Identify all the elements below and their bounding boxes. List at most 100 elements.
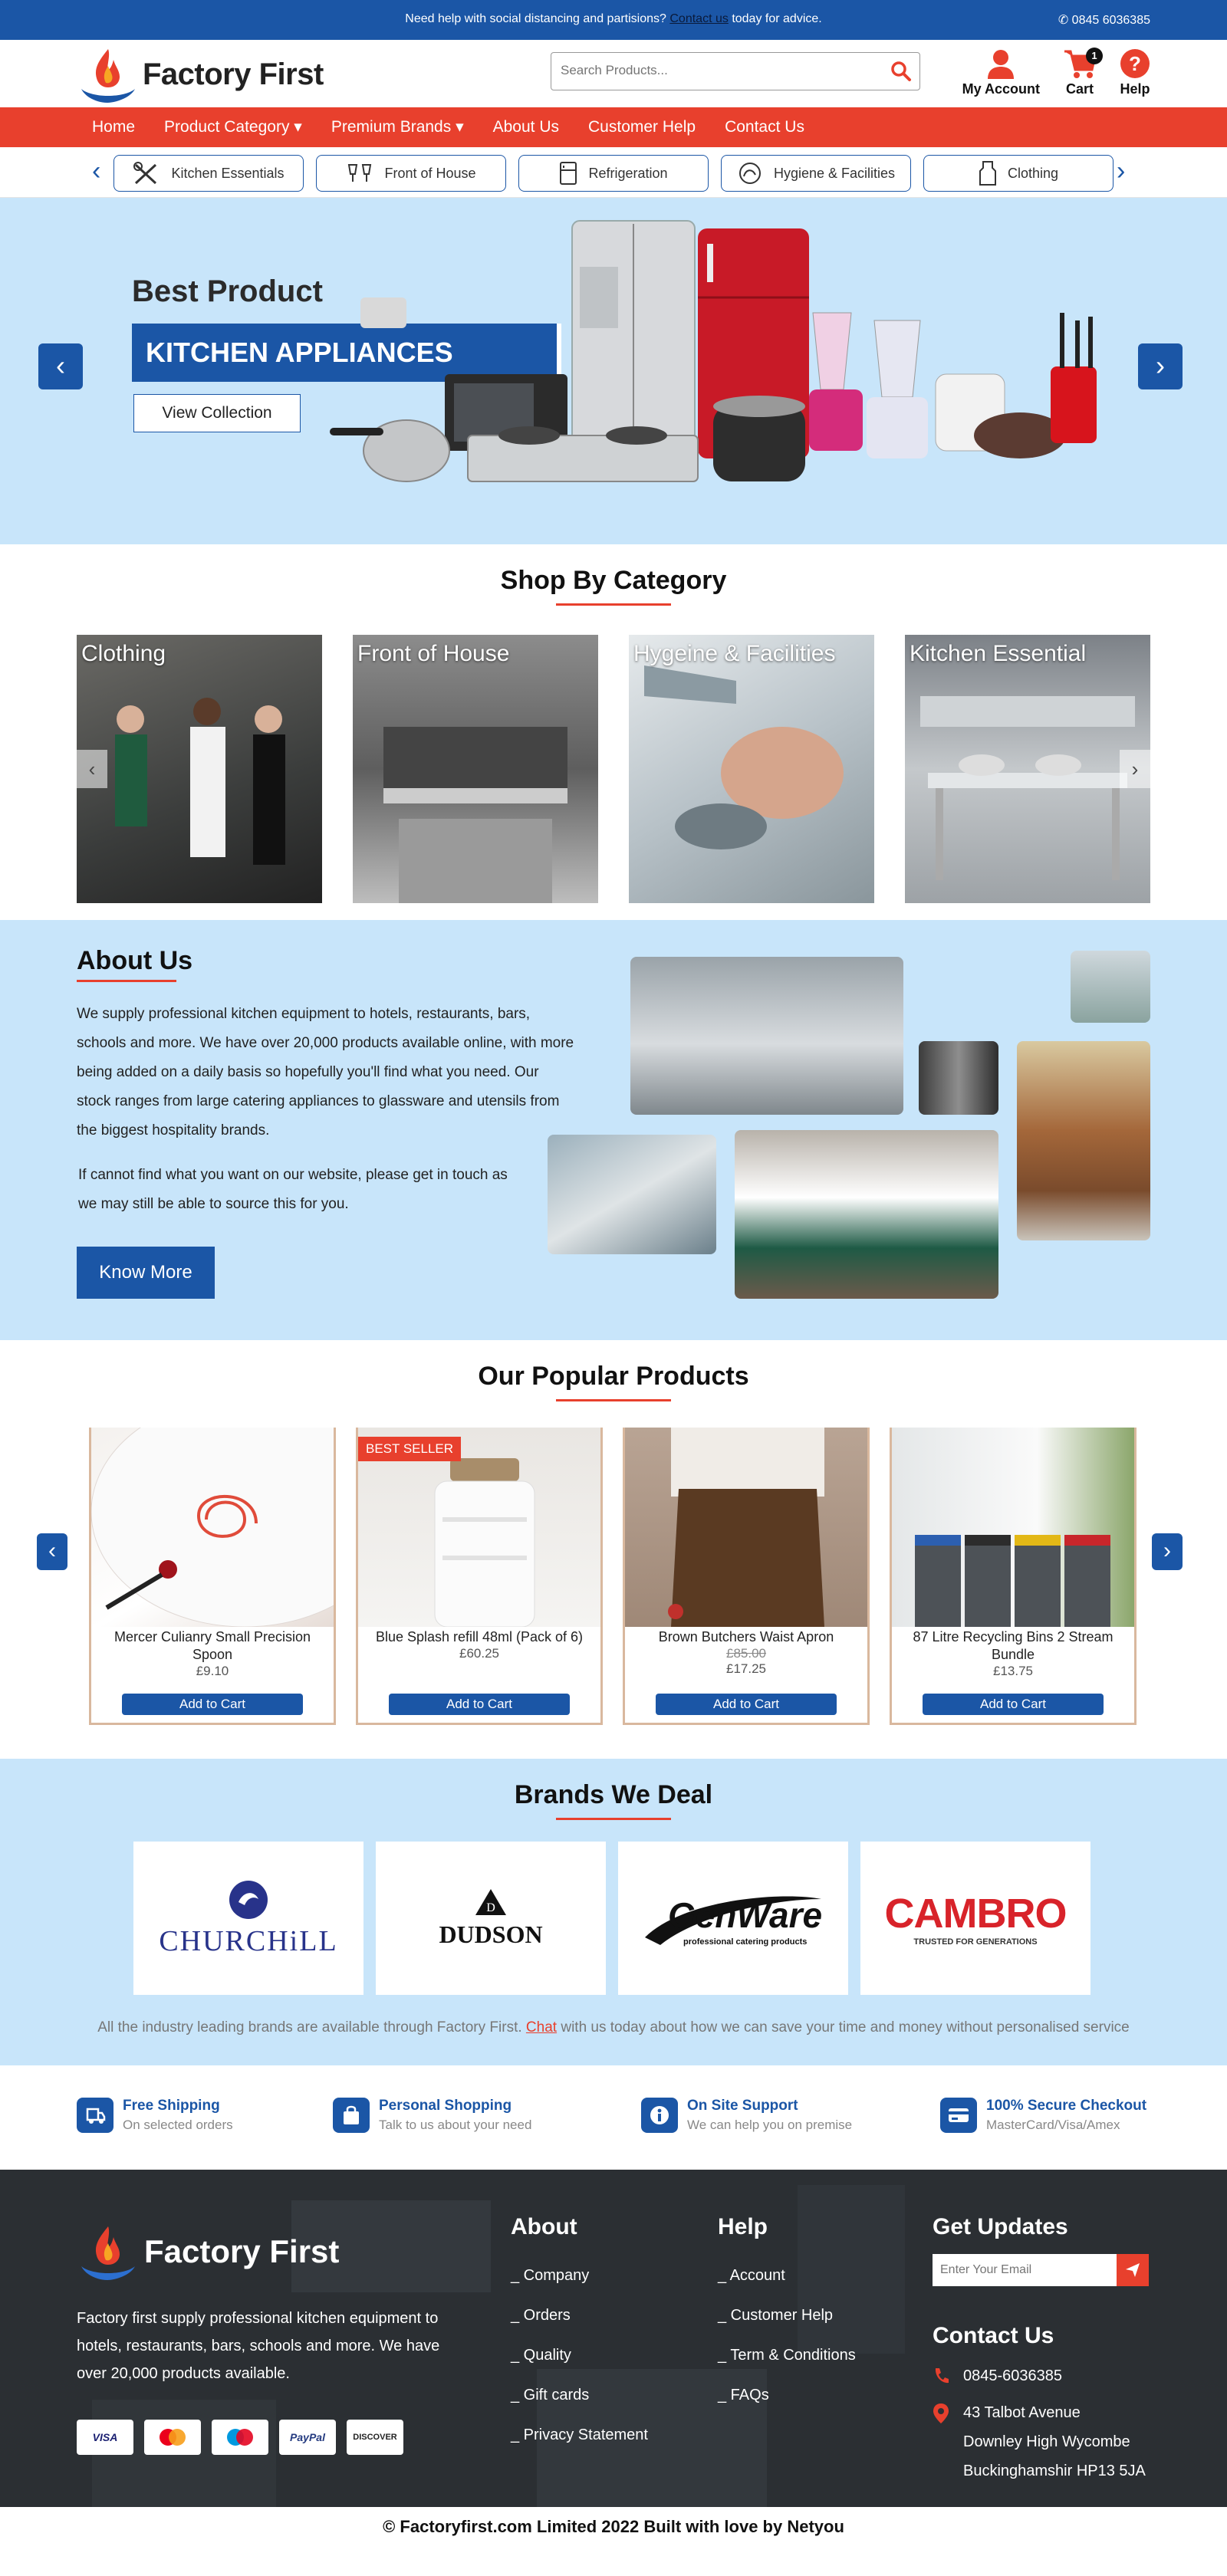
chevron-left-icon: ‹ <box>56 350 65 381</box>
recycling-bins-illustration <box>915 1535 1110 1627</box>
address-line-3: Buckinghamshir HP13 5JA <box>963 2463 1146 2479</box>
products-prev-button[interactable]: ‹ <box>37 1533 67 1570</box>
help-label: Help <box>1120 81 1150 97</box>
churchill-wordmark: CHURCHiLL <box>159 1924 338 1957</box>
nav-premium-brands[interactable]: Premium Brands ▾ <box>331 107 464 147</box>
info-icon <box>641 2098 678 2133</box>
footer-about-column: About _ Company _ Orders _ Quality _ Gif… <box>511 2214 648 2455</box>
footer-link-company[interactable]: _ Company <box>511 2256 648 2295</box>
hero-next-button[interactable]: › <box>1138 343 1183 389</box>
feature-subtitle: We can help you on premise <box>687 2118 853 2132</box>
footer-link-orders[interactable]: _ Orders <box>511 2295 648 2335</box>
category-prev-button[interactable]: ‹ <box>77 750 107 788</box>
nav-product-category[interactable]: Product Category ▾ <box>164 107 302 147</box>
footer-phone-number: 0845-6036385 <box>963 2367 1063 2384</box>
top-phone[interactable]: ✆ 0845 6036385 <box>1058 12 1150 28</box>
category-card-front-of-house[interactable]: Front of House <box>353 635 598 903</box>
best-seller-badge: BEST SELLER <box>358 1437 462 1461</box>
product-old-price: £85.00 <box>726 1646 766 1661</box>
footer-link-privacy[interactable]: _ Privacy Statement <box>511 2415 648 2455</box>
category-card-clothing[interactable]: Clothing ‹ <box>77 635 322 903</box>
clothing-photo <box>115 698 285 865</box>
brand-cambro[interactable]: CAMBRO TRUSTED FOR GENERATIONS <box>860 1842 1090 1995</box>
discover-icon: DISCOVER <box>347 2420 403 2455</box>
pill-hygiene-facilities[interactable]: Hygiene & Facilities <box>721 155 911 192</box>
chevron-right-icon: › <box>1156 350 1165 381</box>
footer-about-title: About <box>511 2214 577 2239</box>
cart-count-badge: 1 <box>1086 48 1103 64</box>
paypal-icon: PayPal <box>279 2420 336 2455</box>
cart-button[interactable]: 1 Cart <box>1063 46 1103 97</box>
about-title: About Us <box>77 946 193 975</box>
chat-link[interactable]: Chat <box>526 2019 557 2036</box>
site-logo[interactable]: Factory First <box>77 44 324 104</box>
nav-contact-us[interactable]: Contact Us <box>725 107 804 147</box>
newsletter-email-input[interactable] <box>933 2254 1117 2286</box>
footer-link-gift-cards[interactable]: _ Gift cards <box>511 2375 648 2415</box>
product-name: 87 Litre Recycling Bins 2 Stream Bundle <box>913 1629 1114 1662</box>
pill-front-of-house[interactable]: Front of House <box>316 155 506 192</box>
search-input[interactable] <box>551 53 873 88</box>
footer-contact-title: Contact Us <box>933 2323 1054 2348</box>
pill-clothing[interactable]: Clothing <box>923 155 1114 192</box>
category-card-hygiene[interactable]: Hygeine & Facilities <box>629 635 874 903</box>
header-actions: My Account 1 Cart ? Help <box>962 46 1150 97</box>
add-to-cart-button[interactable]: Add to Cart <box>656 1694 837 1715</box>
send-icon[interactable] <box>1117 2254 1149 2286</box>
product-name: Mercer Culianry Small Precision Spoon <box>113 1629 311 1662</box>
category-card-kitchen-essential[interactable]: Kitchen Essential › <box>905 635 1150 903</box>
dudson-logo: D DUDSON <box>439 1888 543 1949</box>
nav-home[interactable]: Home <box>92 107 135 147</box>
popular-products-section: Our Popular Products ‹ Mercer Culianry S… <box>0 1340 1227 1759</box>
product-card[interactable]: Brown Butchers Waist Apron £85.00 £17.25… <box>623 1428 870 1725</box>
product-card[interactable]: 87 Litre Recycling Bins 2 Stream Bundle … <box>890 1428 1137 1725</box>
add-to-cart-button[interactable]: Add to Cart <box>389 1694 570 1715</box>
title-underline <box>556 1818 671 1820</box>
footer-phone[interactable]: 0845-6036385 <box>933 2361 1062 2390</box>
nav-about-us[interactable]: About Us <box>493 107 559 147</box>
category-next-button[interactable]: › <box>1120 750 1150 788</box>
chevron-left-icon[interactable]: ‹ <box>92 158 100 184</box>
pill-kitchen-essentials[interactable]: Kitchen Essentials <box>113 155 304 192</box>
nav-customer-help[interactable]: Customer Help <box>588 107 696 147</box>
top-announcement-bar: Need help with social distancing and par… <box>0 0 1227 40</box>
my-account-button[interactable]: My Account <box>962 46 1040 97</box>
brand-dudson[interactable]: D DUDSON <box>376 1842 606 1995</box>
know-more-button[interactable]: Know More <box>77 1247 215 1299</box>
footer-link-terms[interactable]: _ Term & Conditions <box>718 2335 856 2375</box>
add-to-cart-button[interactable]: Add to Cart <box>923 1694 1104 1715</box>
address-line-2: Downley High Wycombe <box>963 2433 1130 2450</box>
search-icon[interactable] <box>890 61 912 86</box>
user-icon <box>962 46 1040 81</box>
products-next-button[interactable]: › <box>1152 1533 1183 1570</box>
view-collection-button[interactable]: View Collection <box>133 394 301 432</box>
footer-link-faqs[interactable]: _ FAQs <box>718 2375 856 2415</box>
feature-title: On Site Support <box>687 2098 798 2114</box>
feature-title: Free Shipping <box>123 2098 220 2114</box>
hygiene-photo <box>644 665 844 849</box>
cambro-tagline: TRUSTED FOR GENERATIONS <box>913 1937 1038 1947</box>
product-image <box>91 1428 334 1628</box>
copyright: © Factoryfirst.com Limited 2022 Built wi… <box>383 2517 844 2536</box>
top-phone-number: 0845 6036385 <box>1071 14 1150 27</box>
product-card[interactable]: BEST SELLER Blue Splash refill 48ml (Pac… <box>356 1428 603 1725</box>
add-to-cart-button[interactable]: Add to Cart <box>122 1694 303 1715</box>
my-account-label: My Account <box>962 81 1040 97</box>
footer-link-customer-help[interactable]: _ Customer Help <box>718 2295 856 2335</box>
help-button[interactable]: ? Help <box>1120 46 1150 97</box>
product-card[interactable]: Mercer Culianry Small Precision Spoon £9… <box>89 1428 336 1725</box>
footer-link-quality[interactable]: _ Quality <box>511 2335 648 2375</box>
brand-genware[interactable]: GenWare professional catering products <box>618 1842 848 1995</box>
category-label: Clothing <box>81 641 166 666</box>
brands-note-text: All the industry leading brands are avai… <box>97 2019 522 2036</box>
footer-logo[interactable]: Factory First <box>77 2222 339 2282</box>
pill-refrigeration[interactable]: Refrigeration <box>518 155 709 192</box>
contact-us-link[interactable]: Contact us <box>669 12 728 25</box>
phone-icon: ✆ <box>1058 14 1069 27</box>
chevron-right-icon[interactable]: › <box>1117 158 1125 184</box>
footer-link-account[interactable]: _ Account <box>718 2256 856 2295</box>
hero-prev-button[interactable]: ‹ <box>38 343 83 389</box>
brand-churchill[interactable]: CHURCHiLL <box>133 1842 363 1995</box>
dudson-triangle-icon: D <box>475 1889 506 1915</box>
phone-icon <box>935 2368 949 2384</box>
